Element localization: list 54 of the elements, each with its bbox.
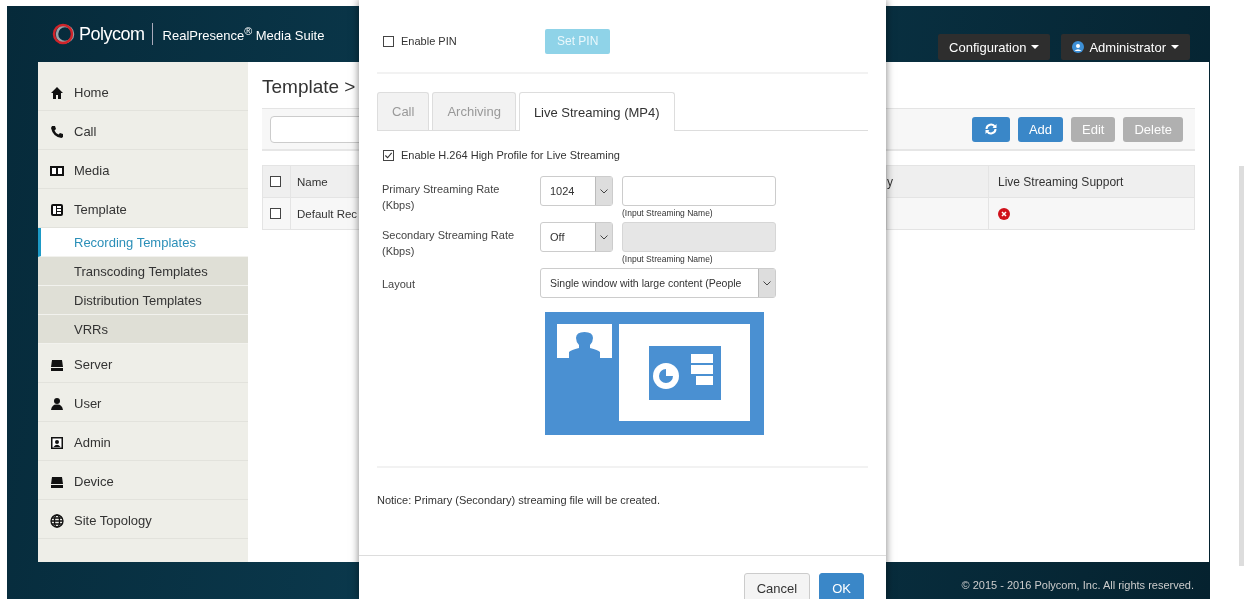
refresh-button[interactable] xyxy=(971,116,1010,142)
template-icon xyxy=(50,203,64,217)
checkbox-label: Enable PIN xyxy=(401,35,457,47)
user-menu[interactable]: Administrator xyxy=(1061,34,1190,60)
rate-select[interactable]: 1024 xyxy=(540,176,613,206)
chevron-down-icon xyxy=(600,234,608,240)
globe-icon xyxy=(50,514,64,528)
input-field[interactable] xyxy=(622,176,776,206)
phone-icon xyxy=(50,125,64,139)
column-header: Live Streaming Support xyxy=(998,174,1124,189)
toolbar-button[interactable]: Add xyxy=(1017,116,1063,142)
refresh-icon xyxy=(983,122,998,136)
sidebar-item[interactable]: Admin xyxy=(38,422,248,461)
chevron-down-icon xyxy=(763,280,771,286)
sidebar-item[interactable]: Media xyxy=(38,150,248,189)
chevron-down-icon xyxy=(600,188,608,194)
product-name: RealPresence$^{®}$ Media Suite xyxy=(162,24,325,44)
home-icon xyxy=(50,86,64,100)
field-hint: (Input Streaming Name) xyxy=(622,208,714,218)
sidebar-subitem[interactable]: Transcoding Templates xyxy=(38,257,248,286)
cancel-button[interactable]: Cancel xyxy=(743,573,811,599)
caret-icon xyxy=(1171,45,1179,49)
field-hint: (Input Streaming Name) xyxy=(622,254,714,264)
brand-name: Polycom xyxy=(79,23,145,45)
field-label: Primary Streaming Rate (Kbps) xyxy=(381,182,501,213)
user-icon xyxy=(1072,41,1085,53)
table-cell: Default Rec xyxy=(297,207,358,220)
menu-button[interactable]: Configuration xyxy=(938,34,1051,60)
field-label: Secondary Streaming Rate (Kbps) xyxy=(381,228,516,259)
logo-icon xyxy=(52,22,76,46)
film-icon xyxy=(50,164,64,178)
layout-select[interactable]: Single window with large content (People xyxy=(540,268,776,298)
sidebar-subitem[interactable]: Distribution Templates xyxy=(38,286,248,315)
tab[interactable]: Live Streaming (MP4) xyxy=(518,92,675,131)
caret-icon xyxy=(1031,45,1040,49)
page-title: Template > xyxy=(262,76,357,99)
field-label: Layout xyxy=(381,277,417,292)
sidebar-subitem[interactable]: VRRs xyxy=(38,315,248,344)
checkbox[interactable] xyxy=(383,149,394,161)
column-header: Name xyxy=(297,175,328,188)
copyright: © 2015 - 2016 Polycom, Inc. All rights reserved. xyxy=(961,578,1194,591)
scrollbar[interactable] xyxy=(1239,166,1244,566)
drive-icon xyxy=(50,475,64,489)
checkbox[interactable] xyxy=(270,176,281,187)
sidebar-subitem[interactable]: Recording Templates xyxy=(38,228,248,257)
portrait-icon xyxy=(50,436,64,450)
drive-icon xyxy=(50,358,64,372)
ok-button[interactable]: OK xyxy=(819,573,864,599)
notice-text: Notice: Primary (Secondary) streaming file will be created. xyxy=(377,494,662,506)
checkbox[interactable] xyxy=(270,208,281,219)
user-icon xyxy=(50,397,64,411)
checkbox[interactable] xyxy=(383,35,394,47)
column-header: y xyxy=(887,174,893,189)
checkbox-label: Enable H.264 High Profile for Live Streaming xyxy=(401,149,620,161)
